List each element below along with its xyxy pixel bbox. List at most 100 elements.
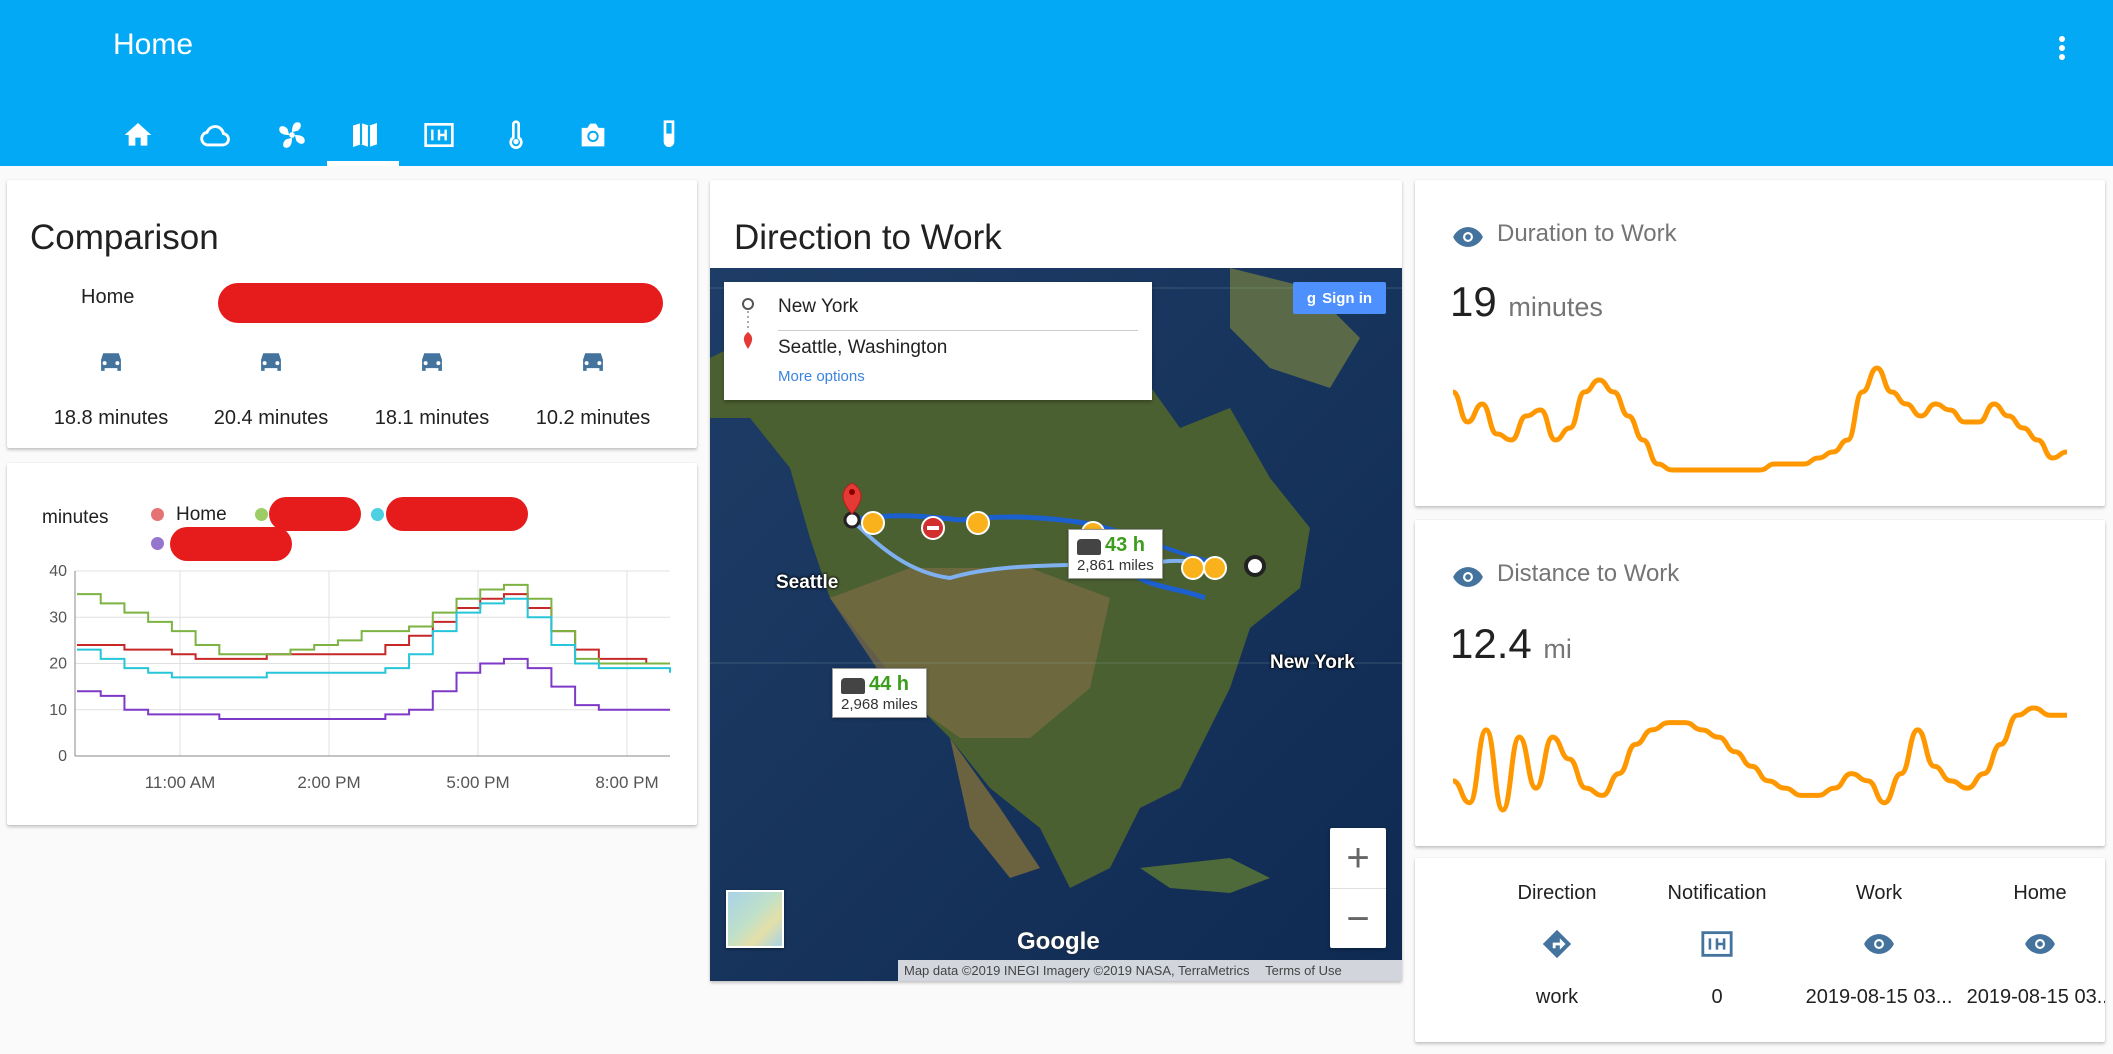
route-time: 44 h bbox=[869, 673, 910, 695]
duration-sensor-card[interactable]: Duration to Work 19 minutes bbox=[1415, 180, 2105, 506]
entity-label: Work bbox=[1855, 882, 1903, 904]
redacted-region bbox=[218, 283, 663, 323]
tab-lab[interactable] bbox=[631, 104, 707, 166]
origin-field[interactable]: New York bbox=[778, 296, 858, 318]
tab-weather[interactable] bbox=[177, 104, 253, 166]
zoom-control: + − bbox=[1330, 828, 1386, 948]
y-tick-label: 30 bbox=[49, 609, 67, 626]
car-icon bbox=[1077, 538, 1101, 555]
map-view[interactable]: New York Seattle, Washington More option… bbox=[710, 268, 1402, 981]
zoom-out-button[interactable]: − bbox=[1330, 889, 1386, 949]
entity-notification[interactable]: Notification 0 bbox=[1637, 882, 1797, 1009]
y-tick-label: 40 bbox=[49, 563, 67, 580]
zoom-in-button[interactable]: + bbox=[1330, 828, 1386, 889]
sparkline-path bbox=[1451, 365, 2068, 473]
tab-home[interactable] bbox=[100, 104, 176, 166]
entity-work[interactable]: Work 2019-08-15 03... bbox=[1799, 882, 1959, 1009]
entity-label: Notification bbox=[1667, 882, 1767, 904]
eye-icon bbox=[1864, 934, 1894, 954]
tab-numeric[interactable] bbox=[401, 104, 477, 166]
map-label-origin: Seattle bbox=[776, 572, 839, 593]
home-icon bbox=[124, 123, 152, 146]
numeric-icon bbox=[424, 123, 454, 147]
tab-climate[interactable] bbox=[254, 104, 330, 166]
sensor-value: 12.4 mi bbox=[1450, 620, 1572, 668]
divider bbox=[778, 330, 1138, 331]
app-header: Home bbox=[0, 0, 2113, 166]
sensor-number: 19 bbox=[1450, 278, 1497, 325]
more-options-link[interactable]: More options bbox=[778, 368, 865, 385]
duration-sparkline bbox=[1451, 365, 2068, 473]
entity-label: Home bbox=[2013, 882, 2067, 904]
x-tick-label: 11:00 AM bbox=[145, 773, 216, 792]
series-line-0 bbox=[77, 593, 670, 665]
route-markers-icon bbox=[742, 298, 754, 349]
map-attribution: Map data ©2019 INEGI Imagery ©2019 NASA,… bbox=[898, 960, 1402, 981]
sparkline-path bbox=[1452, 705, 2067, 813]
route-label-primary[interactable]: 43 h 2,861 miles bbox=[1068, 529, 1163, 579]
series-line-1 bbox=[77, 583, 670, 665]
eye-icon bbox=[1453, 567, 1483, 587]
history-graph-card: minutes Home 0 10 20 30 40 11:00 AM 2:00 PM 5:0… bbox=[7, 463, 697, 825]
x-tick-label: 2:00 PM bbox=[297, 773, 360, 792]
google-logo: Google bbox=[1017, 928, 1100, 955]
distance-sparkline bbox=[1452, 705, 2067, 813]
y-tick-label: 0 bbox=[58, 748, 67, 765]
map-type-toggle[interactable] bbox=[726, 890, 784, 948]
x-tick-label: 8:00 PM bbox=[595, 773, 658, 792]
thermometer-icon bbox=[509, 120, 523, 149]
entity-state: 2019-08-15 03... bbox=[1966, 986, 2105, 1008]
card-title: Comparison bbox=[30, 218, 219, 257]
card-title: Direction to Work bbox=[734, 218, 1002, 257]
comparison-card: Comparison Home 18.8 minutes 20.4 minute… bbox=[7, 180, 697, 448]
comparison-value: 10.2 minutes bbox=[535, 407, 651, 429]
sensor-title: Distance to Work bbox=[1497, 560, 1680, 587]
sensor-value: 19 minutes bbox=[1450, 278, 1603, 326]
route-distance: 2,861 miles bbox=[1077, 557, 1154, 574]
tab-temperature[interactable] bbox=[478, 104, 554, 166]
attribution-text: Map data ©2019 INEGI Imagery ©2019 NASA,… bbox=[904, 963, 1250, 978]
distance-sensor-card[interactable]: Distance to Work 12.4 mi bbox=[1415, 520, 2105, 846]
sensor-unit: mi bbox=[1543, 634, 1572, 664]
comparison-value: 20.4 minutes bbox=[213, 407, 329, 429]
google-plus-icon: g bbox=[1306, 289, 1317, 307]
eye-icon bbox=[2025, 934, 2055, 954]
car-icon bbox=[583, 353, 603, 371]
tab-camera[interactable] bbox=[555, 104, 631, 166]
sensor-number: 12.4 bbox=[1450, 620, 1532, 667]
car-icon bbox=[261, 353, 281, 371]
series-line-2 bbox=[77, 597, 671, 679]
sign-in-label: Sign in bbox=[1322, 289, 1373, 307]
map-icon bbox=[353, 123, 377, 147]
numeric-icon bbox=[1701, 931, 1733, 957]
comparison-item[interactable]: 18.8 minutes bbox=[31, 344, 191, 430]
destination-field[interactable]: Seattle, Washington bbox=[778, 337, 947, 359]
directions-icon bbox=[1542, 929, 1572, 959]
car-icon bbox=[101, 353, 121, 371]
terms-link[interactable]: Terms of Use bbox=[1265, 963, 1342, 978]
route-time: 43 h bbox=[1105, 534, 1146, 556]
y-tick-label: 20 bbox=[49, 656, 67, 673]
sign-in-button[interactable]: g Sign in bbox=[1293, 282, 1386, 314]
entity-direction[interactable]: Direction work bbox=[1477, 882, 1637, 1009]
entity-state: 2019-08-15 03... bbox=[1805, 986, 1953, 1008]
y-tick-label: 10 bbox=[49, 702, 67, 719]
comparison-item[interactable]: 10.2 minutes bbox=[513, 344, 673, 430]
sensor-title: Duration to Work bbox=[1497, 220, 1677, 247]
dots-vertical-icon[interactable] bbox=[2052, 30, 2072, 70]
route-distance: 2,968 miles bbox=[841, 696, 918, 713]
route-label-alternate[interactable]: 44 h 2,968 miles bbox=[832, 668, 927, 718]
test-tube-icon bbox=[663, 120, 675, 147]
tab-map[interactable] bbox=[327, 104, 403, 166]
entity-label: Direction bbox=[1517, 882, 1597, 904]
car-icon bbox=[422, 353, 442, 371]
entity-state: work bbox=[1535, 986, 1579, 1008]
car-icon bbox=[841, 677, 865, 694]
eye-icon bbox=[1453, 227, 1483, 247]
map-label-destination: New York bbox=[1270, 652, 1355, 673]
x-tick-label: 5:00 PM bbox=[446, 773, 509, 792]
comparison-item[interactable]: 18.1 minutes bbox=[352, 344, 512, 430]
comparison-item[interactable]: 20.4 minutes bbox=[191, 344, 351, 430]
fan-icon bbox=[279, 122, 305, 148]
entity-home[interactable]: Home 2019-08-15 03... bbox=[1960, 882, 2105, 1009]
